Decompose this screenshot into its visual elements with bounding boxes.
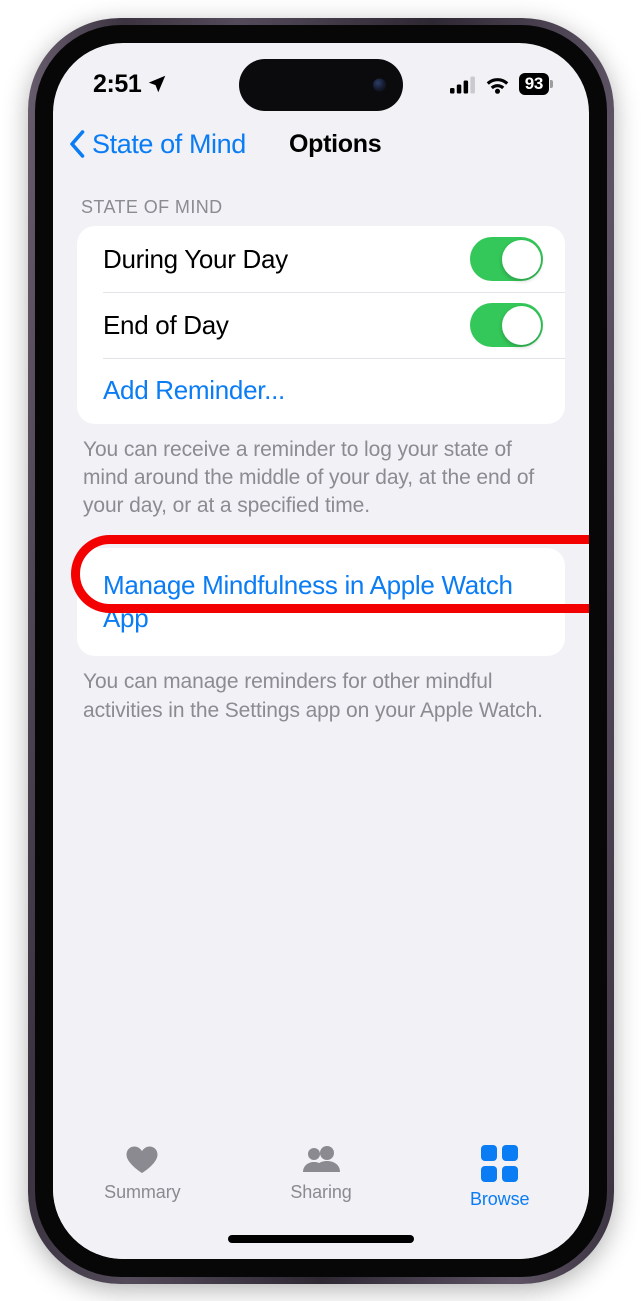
tab-browse[interactable]: Browse [410, 1145, 589, 1210]
row-add-reminder[interactable]: Add Reminder... [77, 358, 565, 424]
status-bar-right: 93 [449, 65, 555, 95]
grid-square [502, 1166, 519, 1182]
status-bar: 2:51 93 [53, 43, 589, 117]
battery-percent-label: 93 [518, 73, 549, 95]
grid-square [502, 1145, 519, 1161]
location-arrow-icon [149, 75, 166, 93]
state-of-mind-card: During Your Day End of Day Add Reminder.… [77, 226, 565, 424]
row-label-during-your-day: During Your Day [103, 243, 288, 274]
toggle-knob [501, 239, 541, 279]
cellular-bars-icon [449, 76, 475, 93]
page-title: Options [289, 129, 382, 158]
tab-label-browse: Browse [469, 1189, 530, 1209]
manage-mindfulness-label: Manage Mindfulness in Apple Watch App [103, 570, 513, 634]
toggle-end-of-day[interactable] [470, 303, 543, 347]
phone-frame: 2:51 93 State of Mind Options STATE OF M… [28, 18, 614, 1284]
tab-label-summary: Summary [104, 1182, 181, 1202]
mindfulness-card: Manage Mindfulness in Apple Watch App [77, 548, 565, 657]
dynamic-island [239, 59, 403, 111]
toggle-knob [501, 305, 541, 345]
screenshot-stage: 2:51 93 State of Mind Options STATE OF M… [0, 0, 642, 1301]
front-camera-lens [373, 78, 386, 92]
phone-screen: 2:51 93 State of Mind Options STATE OF M… [53, 43, 589, 1259]
row-label-end-of-day: End of Day [103, 309, 229, 340]
grid-square [481, 1166, 498, 1182]
status-bar-time: 2:51 [93, 69, 142, 98]
navigation-bar: State of Mind Options [53, 117, 589, 171]
battery-indicator: 93 [518, 73, 553, 95]
status-bar-left: 2:51 [87, 62, 168, 99]
home-indicator[interactable] [228, 1235, 414, 1243]
wifi-icon [486, 77, 508, 94]
back-button[interactable]: State of Mind [69, 129, 246, 160]
row-during-your-day[interactable]: During Your Day [77, 226, 565, 292]
chevron-left-icon [70, 130, 85, 158]
back-button-label: State of Mind [92, 128, 246, 159]
tab-summary[interactable]: Summary [53, 1145, 232, 1203]
row-end-of-day[interactable]: End of Day [77, 292, 565, 358]
grid-icon [481, 1145, 519, 1182]
tab-label-sharing: Sharing [290, 1182, 352, 1202]
battery-cap [550, 80, 553, 88]
people-icon [303, 1146, 340, 1172]
phone-bezel: 2:51 93 State of Mind Options STATE OF M… [35, 25, 607, 1277]
footer-state-of-mind: You can receive a reminder to log your s… [83, 438, 535, 518]
toggle-during-your-day[interactable] [470, 237, 543, 281]
tab-sharing[interactable]: Sharing [232, 1145, 411, 1203]
settings-list: STATE OF MIND During Your Day End of Day… [53, 171, 589, 1131]
section-header-state-of-mind: STATE OF MIND [81, 197, 223, 217]
footer-mindfulness: You can manage reminders for other mindf… [83, 670, 543, 722]
add-reminder-label: Add Reminder... [103, 375, 285, 406]
grid-square [481, 1145, 498, 1161]
heart-icon [126, 1146, 158, 1173]
row-manage-mindfulness[interactable]: Manage Mindfulness in Apple Watch App [77, 548, 565, 656]
